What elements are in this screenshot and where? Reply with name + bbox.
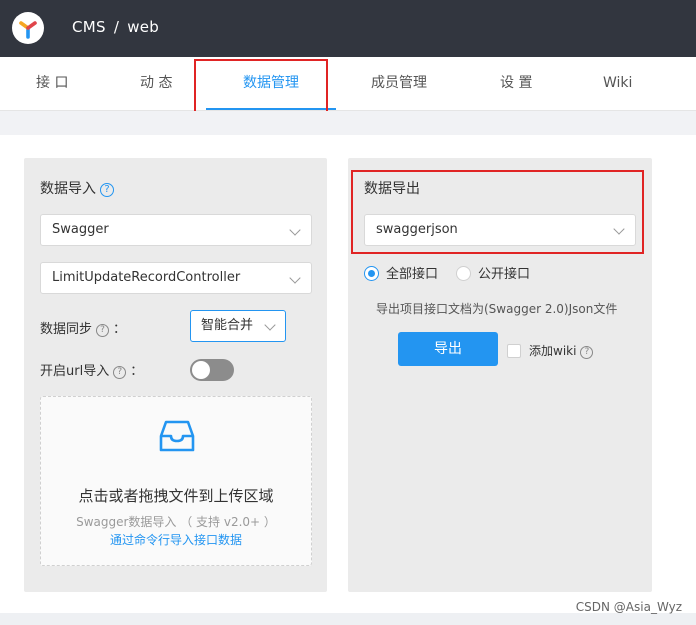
help-icon[interactable]: ?	[100, 183, 114, 197]
sync-mode-select[interactable]: 智能合并	[190, 310, 286, 342]
sync-label-row: 数据同步?：	[40, 318, 126, 337]
url-import-label: 开启url导入	[40, 364, 110, 379]
tab-settings[interactable]: 设 置	[500, 57, 532, 111]
tab-members[interactable]: 成员管理	[371, 57, 427, 111]
chevron-down-icon	[264, 319, 276, 331]
sync-colon: ：	[113, 322, 127, 337]
radio-all-interfaces[interactable]: 全部接口	[364, 263, 438, 282]
help-icon[interactable]: ?	[96, 324, 110, 337]
bottom-strip	[0, 613, 696, 625]
help-icon[interactable]: ?	[580, 346, 594, 359]
spacer-band	[0, 111, 696, 135]
add-wiki-checkbox[interactable]: 添加wiki?	[507, 342, 597, 359]
sync-mode-value: 智能合并	[201, 318, 254, 333]
url-import-row: 开启url导入?：	[40, 360, 143, 379]
top-bar: CMS / web	[0, 0, 696, 57]
radio-all-label: 全部接口	[386, 267, 439, 282]
radio-circle	[456, 266, 471, 281]
logo-icon	[19, 21, 37, 39]
url-import-colon: ：	[130, 364, 144, 379]
import-type-select[interactable]: Swagger	[40, 214, 312, 246]
import-heading: 数据导入?	[40, 178, 114, 198]
export-button[interactable]: 导出	[398, 332, 498, 366]
radio-circle	[364, 266, 379, 281]
controller-value: LimitUpdateRecordController	[52, 270, 241, 285]
import-type-value: Swagger	[52, 222, 109, 237]
tab-activity[interactable]: 动 态	[140, 57, 172, 111]
upload-dropzone[interactable]: 点击或者拖拽文件到上传区域 Swagger数据导入 （ 支持 v2.0+ ） 通…	[40, 396, 312, 566]
breadcrumb-group[interactable]: web	[127, 18, 159, 36]
export-description: 导出项目接口文档为(Swagger 2.0)Json文件	[376, 302, 618, 316]
watermark: CSDN @Asia_Wyz	[575, 600, 682, 614]
breadcrumb-separator: /	[113, 18, 120, 36]
cli-import-link[interactable]: 通过命令行导入接口数据	[41, 531, 311, 548]
dropzone-hint: Swagger数据导入 （ 支持 v2.0+ ）	[76, 515, 276, 529]
import-title: 数据导入	[40, 181, 96, 197]
dropzone-title: 点击或者拖拽文件到上传区域	[78, 487, 274, 505]
project-tabs: 接 口 动 态 数据管理 成员管理 设 置 Wiki	[0, 57, 696, 111]
radio-public-label: 公开接口	[478, 267, 531, 282]
url-import-toggle[interactable]	[190, 359, 234, 381]
tab-annotation-box	[194, 59, 328, 114]
breadcrumb: CMS / web	[72, 18, 159, 36]
sync-label: 数据同步	[40, 322, 93, 337]
tab-interface[interactable]: 接 口	[36, 57, 68, 111]
radio-public-interfaces[interactable]: 公开接口	[456, 263, 530, 282]
controller-select[interactable]: LimitUpdateRecordController	[40, 262, 312, 294]
toggle-knob	[192, 361, 210, 379]
breadcrumb-project[interactable]: CMS	[72, 18, 106, 36]
export-annotation-box	[351, 170, 644, 254]
app-logo[interactable]	[12, 12, 44, 44]
tab-wiki[interactable]: Wiki	[603, 57, 632, 111]
checkbox-box	[507, 344, 521, 358]
chevron-down-icon	[289, 224, 301, 236]
help-icon[interactable]: ?	[113, 366, 127, 379]
add-wiki-label: 添加wiki	[529, 344, 577, 358]
inbox-icon	[159, 420, 195, 452]
chevron-down-icon	[289, 272, 301, 284]
